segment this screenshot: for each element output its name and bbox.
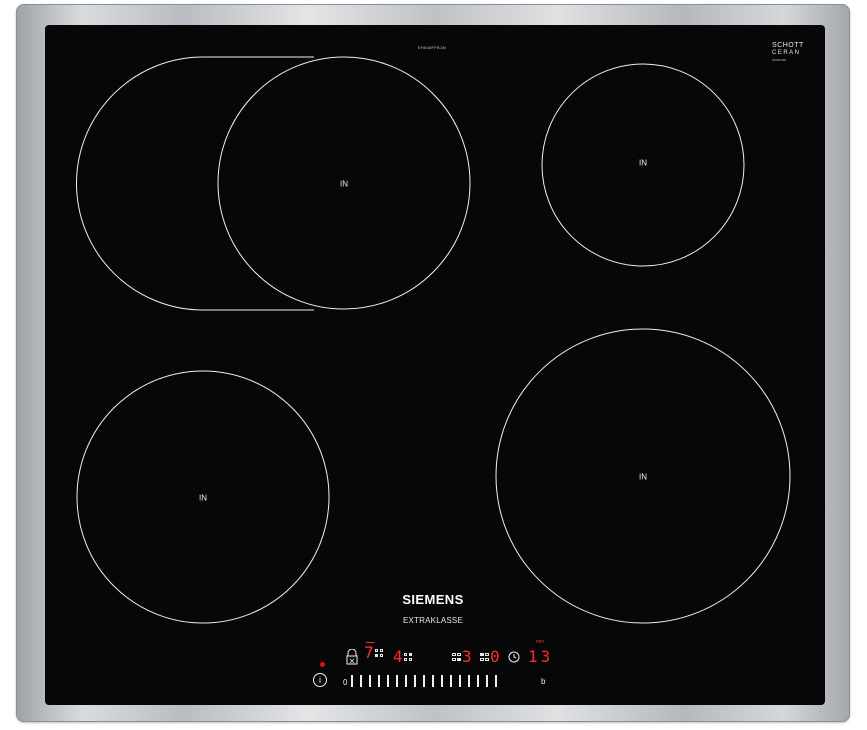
slider-ticks xyxy=(351,675,504,689)
slider-tick[interactable] xyxy=(351,675,354,687)
zone4-display[interactable]: 0 xyxy=(479,648,500,666)
clock-icon xyxy=(508,651,520,663)
flex-zone-outline xyxy=(76,56,314,311)
power-symbol: i xyxy=(319,675,321,685)
slider-tick[interactable] xyxy=(486,675,488,687)
timer-value: 13 xyxy=(528,647,554,666)
power-indicator-led xyxy=(320,662,325,667)
zone-label-front-right: IN xyxy=(639,472,647,482)
ceran-text: CERAN xyxy=(772,50,801,56)
zone-label-front-left: IN xyxy=(199,493,207,503)
zone1-level: 7 xyxy=(364,643,374,662)
zone2-position-icon xyxy=(403,652,413,662)
slider-tick[interactable] xyxy=(432,675,434,687)
slider-tick[interactable] xyxy=(378,675,380,687)
zone-label-rear-right: IN xyxy=(639,158,647,168)
zone3-position-icon xyxy=(452,652,461,662)
schott-ceran-logo: SCHOTT CERAN 0025/0456 xyxy=(772,42,804,63)
schott-text: SCHOTT xyxy=(772,42,804,49)
boost-key[interactable]: b xyxy=(541,677,545,686)
zone4-position-icon xyxy=(480,652,489,662)
timer-display: 13 xyxy=(528,648,553,666)
slider-tick[interactable] xyxy=(477,675,479,687)
slider-tick[interactable] xyxy=(450,675,452,687)
child-lock-icon[interactable] xyxy=(346,648,358,666)
slider-tick[interactable] xyxy=(468,675,470,687)
slider-tick[interactable] xyxy=(369,675,372,687)
power-button[interactable]: i xyxy=(313,673,327,687)
zone2-display[interactable]: 4 xyxy=(393,648,414,666)
brand-logo: SIEMENS xyxy=(402,592,464,607)
zone3-level: 3 xyxy=(462,647,472,666)
slider-tick[interactable] xyxy=(360,675,363,687)
timer-button[interactable] xyxy=(508,648,520,666)
slider-tick[interactable] xyxy=(423,675,425,687)
lock-key-icon xyxy=(346,649,358,665)
slider-tick[interactable] xyxy=(387,675,389,687)
power-level-slider[interactable]: 0 xyxy=(343,675,504,689)
model-number: EH645FFB1M xyxy=(417,45,447,50)
timer-unit: min xyxy=(536,639,545,645)
slider-tick[interactable] xyxy=(459,675,461,687)
powerboost-indicator xyxy=(366,642,374,645)
glass-serial: 0025/0456 xyxy=(772,58,787,62)
zone3-display[interactable]: 3 xyxy=(451,648,472,666)
slider-tick[interactable] xyxy=(414,675,416,687)
zone1-display[interactable]: 7 xyxy=(364,642,385,662)
zone2-level: 4 xyxy=(393,647,403,666)
zone1-position-icon xyxy=(374,648,384,658)
slider-tick[interactable] xyxy=(396,675,398,687)
slider-min-label: 0 xyxy=(343,677,348,687)
series-name: EXTRAKLASSE xyxy=(402,616,464,625)
slider-tick[interactable] xyxy=(495,675,497,687)
slider-tick[interactable] xyxy=(441,675,443,687)
slider-tick[interactable] xyxy=(405,675,407,687)
zone-label-rear-left: IN xyxy=(340,179,348,189)
zone4-level: 0 xyxy=(490,647,500,666)
